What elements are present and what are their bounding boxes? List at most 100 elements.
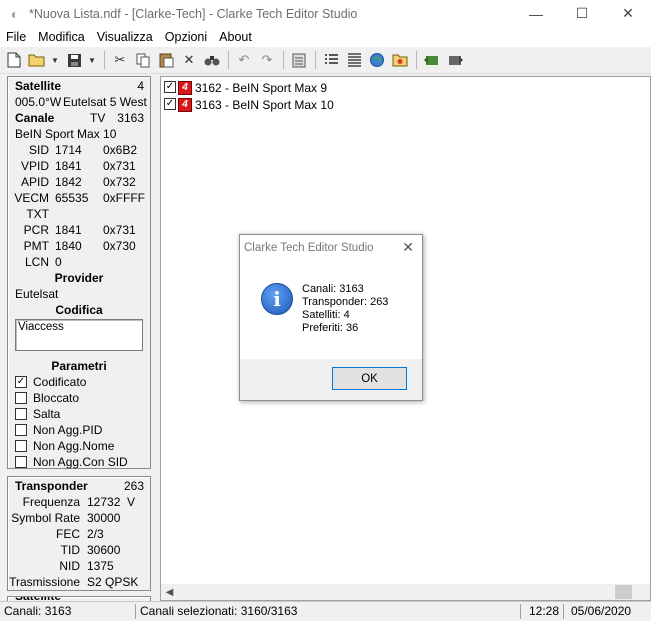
parametri-header: Parametri [51, 359, 107, 373]
dialog-close-icon[interactable]: ✕ [402, 239, 414, 256]
list-view-icon[interactable] [321, 50, 341, 70]
pmt-hex: 0x730 [103, 239, 136, 253]
dialog-line-transponder: Transponder: 263 [302, 296, 389, 308]
status-canali: Canali: 3163 [4, 604, 72, 618]
menu-file[interactable]: File [0, 30, 32, 44]
bloccato-label: Bloccato [33, 391, 80, 405]
pmt-value: 1840 [55, 239, 82, 253]
delete-icon[interactable]: ✕ [179, 50, 199, 70]
parametro-codificato[interactable]: ✓ Codificato [15, 374, 86, 390]
undo-icon[interactable]: ↶ [234, 50, 254, 70]
scroll-left-icon[interactable]: ◀ [161, 587, 178, 598]
trasmissione-value: S2 QPSK [87, 575, 139, 589]
minimize-button[interactable]: — [513, 0, 559, 27]
parametro-non-agg-nome[interactable]: Non Agg.Nome [15, 438, 114, 454]
find-icon[interactable] [202, 50, 222, 70]
transponder-header: Transponder [15, 479, 88, 493]
fec-value: 2/3 [87, 527, 104, 541]
non-agg-con-sid-checkbox[interactable] [15, 455, 27, 468]
codifica-field[interactable]: Viaccess [15, 319, 143, 351]
redo-icon[interactable]: ↷ [257, 50, 277, 70]
pcr-label: PCR [23, 223, 49, 237]
symbol-rate-label: Symbol Rate [11, 511, 80, 525]
scroll-thumb[interactable] [615, 585, 632, 599]
parametro-bloccato[interactable]: Bloccato [15, 390, 79, 406]
cut-icon[interactable]: ✂ [110, 50, 130, 70]
app-icon: ◐ [10, 5, 20, 22]
toolbar-separator [416, 51, 417, 69]
dialog-message: Canali: 3163 Transponder: 263 Satelliti:… [302, 283, 388, 335]
vpid-label: VPID [20, 159, 49, 173]
bloccato-checkbox[interactable] [15, 391, 27, 404]
info-dialog: Clarke Tech Editor Studio ✕ i Canali: 31… [239, 234, 423, 401]
non-agg-nome-checkbox[interactable] [15, 439, 27, 452]
menu-visualizza[interactable]: Visualizza [91, 30, 159, 44]
toolbar-separator [315, 51, 316, 69]
salta-checkbox[interactable] [15, 407, 27, 420]
lcn-value: 0 [55, 255, 62, 269]
non-agg-nome-label: Non Agg.Nome [33, 439, 115, 453]
export-icon[interactable] [445, 50, 465, 70]
parametro-non-agg-pid[interactable]: Non Agg.PID [15, 422, 102, 438]
info-icon: i [261, 283, 293, 315]
non-agg-pid-checkbox[interactable] [15, 423, 27, 436]
tid-value: 30600 [87, 543, 121, 557]
detail-view-icon[interactable] [344, 50, 364, 70]
copy-icon[interactable] [133, 50, 153, 70]
open-folder-icon[interactable] [27, 50, 47, 70]
provider-header: Provider [54, 271, 104, 285]
salta-label: Salta [33, 407, 61, 421]
fec-label: FEC [56, 527, 80, 541]
open-dropdown-icon[interactable]: ▼ [50, 50, 60, 70]
status-separator [135, 604, 136, 619]
import-icon[interactable] [422, 50, 442, 70]
window-title: *Nuova Lista.ndf - [Clarke-Tech] - Clark… [29, 6, 358, 21]
channel-label: 3162 - BeIN Sport Max 9 [195, 80, 328, 95]
channel-checkbox[interactable]: ✓ [164, 80, 176, 93]
sid-hex: 0x6B2 [103, 143, 138, 157]
ok-button[interactable]: OK [332, 367, 407, 390]
codifica-header: Codifica [55, 303, 103, 317]
channel-checkbox[interactable]: ✓ [164, 97, 176, 110]
tid-label: TID [60, 543, 80, 557]
status-selezionati: Canali selezionati: 3160/3163 [140, 604, 298, 618]
transponder-count: 263 [123, 479, 144, 493]
close-button[interactable]: ✕ [605, 0, 651, 27]
transponder-panel: Transponder 263 Frequenza 12732 V Symbol… [7, 476, 151, 591]
trasmissione-label: Trasmissione [9, 575, 80, 589]
menu-bar: File Modifica Visualizza Opzioni About [0, 27, 651, 47]
menu-modifica[interactable]: Modifica [32, 30, 91, 44]
clipboard-icon[interactable] [289, 50, 309, 70]
status-date: 05/06/2020 [571, 604, 632, 618]
frequenza-value: 12732 [87, 495, 121, 509]
channel-row[interactable]: ✓ 4 3163 - BeIN Sport Max 10 [164, 96, 334, 113]
vpid-value: 1841 [55, 159, 82, 173]
channel-label: 3163 - BeIN Sport Max 10 [195, 97, 334, 112]
pmt-label: PMT [23, 239, 49, 253]
dialog-line-satelliti: Satelliti: 4 [302, 309, 350, 321]
parametro-non-agg-con-sid[interactable]: Non Agg.Con SID [15, 454, 128, 470]
maximize-button[interactable]: ☐ [559, 0, 605, 27]
frequenza-label: Frequenza [22, 495, 80, 509]
channel-name: BeIN Sport Max 10 [15, 127, 117, 141]
globe-icon[interactable] [367, 50, 387, 70]
save-dropdown-icon[interactable]: ▼ [87, 50, 97, 70]
canale-header: Canale [15, 111, 55, 125]
horizontal-scrollbar[interactable]: ◀ [161, 584, 650, 600]
channel-row[interactable]: ✓ 4 3162 - BeIN Sport Max 9 [164, 79, 327, 96]
codificato-checkbox[interactable]: ✓ [15, 375, 27, 388]
paste-icon[interactable] [156, 50, 176, 70]
status-bar: Canali: 3163 Canali selezionati: 3160/31… [0, 601, 651, 620]
parametro-salta[interactable]: Salta [15, 406, 60, 422]
save-icon[interactable] [64, 50, 84, 70]
new-file-icon[interactable] [4, 50, 24, 70]
folder-star-icon[interactable] [390, 50, 410, 70]
apid-value: 1842 [55, 175, 82, 189]
menu-opzioni[interactable]: Opzioni [159, 30, 213, 44]
menu-about[interactable]: About [213, 30, 258, 44]
provider-value: Eutelsat [15, 287, 59, 301]
nid-label: NID [59, 559, 80, 573]
codificato-label: Codificato [33, 375, 87, 389]
toolbar-separator [283, 51, 284, 69]
dialog-body: i Canali: 3163 Transponder: 263 Satellit… [240, 261, 422, 359]
